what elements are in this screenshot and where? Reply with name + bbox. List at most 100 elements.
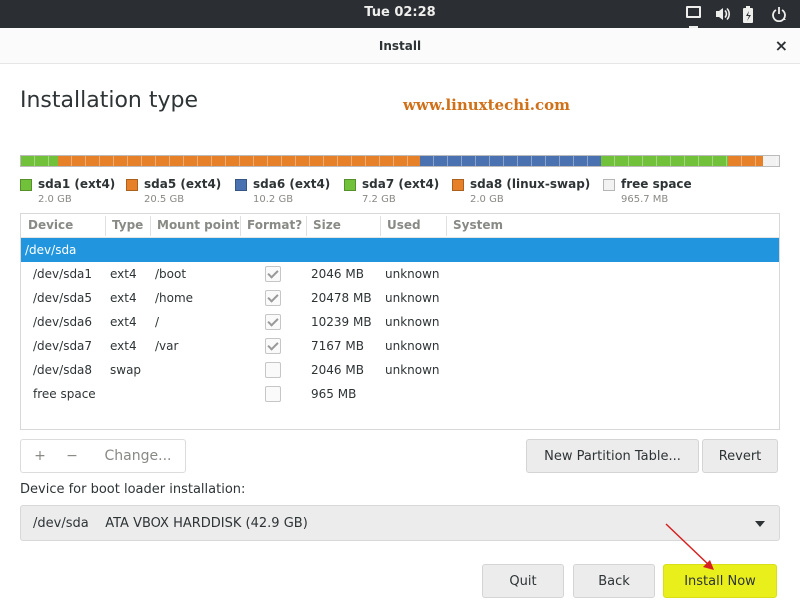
top-panel: Tue 02:28: [0, 0, 800, 28]
column-header-type[interactable]: Type: [112, 218, 143, 232]
legend-swatch: [603, 179, 615, 191]
format-checkbox[interactable]: [265, 290, 281, 306]
remove-partition-button[interactable]: −: [59, 440, 85, 472]
cell-device: /dev/sda: [25, 243, 77, 257]
format-checkbox[interactable]: [265, 338, 281, 354]
table-header: Device Type Mount point Format? Size Use…: [21, 214, 779, 238]
column-header-system[interactable]: System: [453, 218, 503, 232]
format-checkbox[interactable]: [265, 362, 281, 378]
bootloader-device-select[interactable]: /dev/sda ATA VBOX HARDDISK (42.9 GB): [20, 505, 780, 541]
column-header-mount[interactable]: Mount point: [157, 218, 239, 232]
partition-table: Device Type Mount point Format? Size Use…: [20, 213, 780, 430]
legend-label: sda6 (ext4): [253, 177, 331, 191]
cell-used: unknown: [385, 267, 440, 281]
column-header-device[interactable]: Device: [28, 218, 73, 232]
cell-device: /dev/sda7: [33, 339, 93, 353]
battery-icon[interactable]: [742, 6, 760, 23]
dropdown-arrow-icon[interactable]: [755, 521, 765, 527]
legend-label: sda7 (ext4): [362, 177, 440, 191]
back-button[interactable]: Back: [573, 564, 655, 598]
cell-device: free space: [33, 387, 96, 401]
cell-type: ext4: [110, 315, 137, 329]
legend-swatch: [126, 179, 138, 191]
cell-type: ext4: [110, 267, 137, 281]
volume-icon[interactable]: [714, 6, 732, 22]
clock[interactable]: Tue 02:28: [0, 5, 800, 20]
cell-type: ext4: [110, 291, 137, 305]
legend-label: sda1 (ext4): [38, 177, 116, 191]
column-divider: [105, 216, 106, 236]
system-tray: [686, 5, 788, 23]
bootloader-label: Device for boot loader installation:: [20, 482, 246, 497]
format-checkbox[interactable]: [265, 266, 281, 282]
column-header-size[interactable]: Size: [313, 218, 341, 232]
add-partition-button[interactable]: +: [27, 440, 53, 472]
table-row[interactable]: /dev/sda: [21, 238, 779, 262]
legend-size: 2.0 GB: [38, 194, 72, 205]
partition-segment-sda7: [601, 156, 728, 166]
table-row[interactable]: /dev/sda7 ext4/var 7167 MB unknown: [21, 334, 779, 358]
cell-size: 2046 MB: [311, 267, 364, 281]
revert-button[interactable]: Revert: [702, 439, 778, 473]
format-checkbox[interactable]: [265, 386, 281, 402]
cell-size: 965 MB: [311, 387, 357, 401]
cell-type: swap: [110, 363, 142, 377]
format-checkbox[interactable]: [265, 314, 281, 330]
legend-swatch: [20, 179, 32, 191]
column-header-used[interactable]: Used: [387, 218, 421, 232]
window-titlebar: Install ×: [0, 28, 800, 64]
partition-controls: + − Change...: [20, 439, 186, 473]
column-divider: [306, 216, 307, 236]
partition-segment-sda6: [420, 156, 601, 166]
partition-segment-free: [763, 156, 779, 166]
cell-mount-point: /: [155, 315, 160, 329]
cell-mount-point: /boot: [155, 267, 187, 281]
cell-device: /dev/sda1: [33, 267, 93, 281]
screen-icon[interactable]: [686, 6, 704, 22]
cell-used: unknown: [385, 339, 440, 353]
page-title: Installation type: [20, 88, 198, 113]
cell-used: unknown: [385, 363, 440, 377]
legend-size: 10.2 GB: [253, 194, 294, 205]
partition-bar: [20, 155, 780, 167]
cell-type: ext4: [110, 339, 137, 353]
legend-swatch: [452, 179, 464, 191]
table-row[interactable]: /dev/sda5 ext4/home 20478 MB unknown: [21, 286, 779, 310]
legend-size: 20.5 GB: [144, 194, 185, 205]
legend-label: sda5 (ext4): [144, 177, 222, 191]
column-header-format[interactable]: Format?: [247, 218, 302, 232]
cell-size: 2046 MB: [311, 363, 364, 377]
cell-mount-point: /var: [155, 339, 179, 353]
column-divider: [446, 216, 447, 236]
cell-device: /dev/sda5: [33, 291, 93, 305]
cell-used: unknown: [385, 315, 440, 329]
legend-swatch: [235, 179, 247, 191]
column-divider: [150, 216, 151, 236]
install-now-button[interactable]: Install Now: [663, 564, 777, 598]
quit-button[interactable]: Quit: [482, 564, 564, 598]
window-title: Install: [378, 39, 422, 53]
cell-used: unknown: [385, 291, 440, 305]
cell-size: 7167 MB: [311, 339, 364, 353]
cell-mount-point: /home: [155, 291, 194, 305]
table-row[interactable]: /dev/sda6 ext4 / 10239 MB unknown: [21, 310, 779, 334]
table-row[interactable]: /dev/sda8 swap 2046 MB unknown: [21, 358, 779, 382]
table-row[interactable]: free space 965 MB: [21, 382, 779, 406]
close-icon[interactable]: ×: [775, 36, 788, 55]
legend-size: 7.2 GB: [362, 194, 396, 205]
cell-size: 10239 MB: [311, 315, 372, 329]
column-divider: [240, 216, 241, 236]
partition-segment-sda8: [728, 156, 763, 166]
legend-label: free space: [621, 177, 692, 191]
legend-label: sda8 (linux-swap): [470, 177, 591, 191]
legend-swatch: [344, 179, 356, 191]
power-icon[interactable]: [770, 6, 788, 22]
installer-window: Install × Installation type www.linuxtec…: [0, 28, 800, 600]
partition-segment-sda5: [58, 156, 420, 166]
legend-size: 2.0 GB: [470, 194, 504, 205]
new-partition-table-button[interactable]: New Partition Table...: [526, 439, 699, 473]
cell-size: 20478 MB: [311, 291, 372, 305]
watermark: www.linuxtechi.com: [403, 96, 571, 114]
change-partition-button[interactable]: Change...: [99, 440, 177, 472]
table-row[interactable]: /dev/sda1 ext4/boot 2046 MB unknown: [21, 262, 779, 286]
